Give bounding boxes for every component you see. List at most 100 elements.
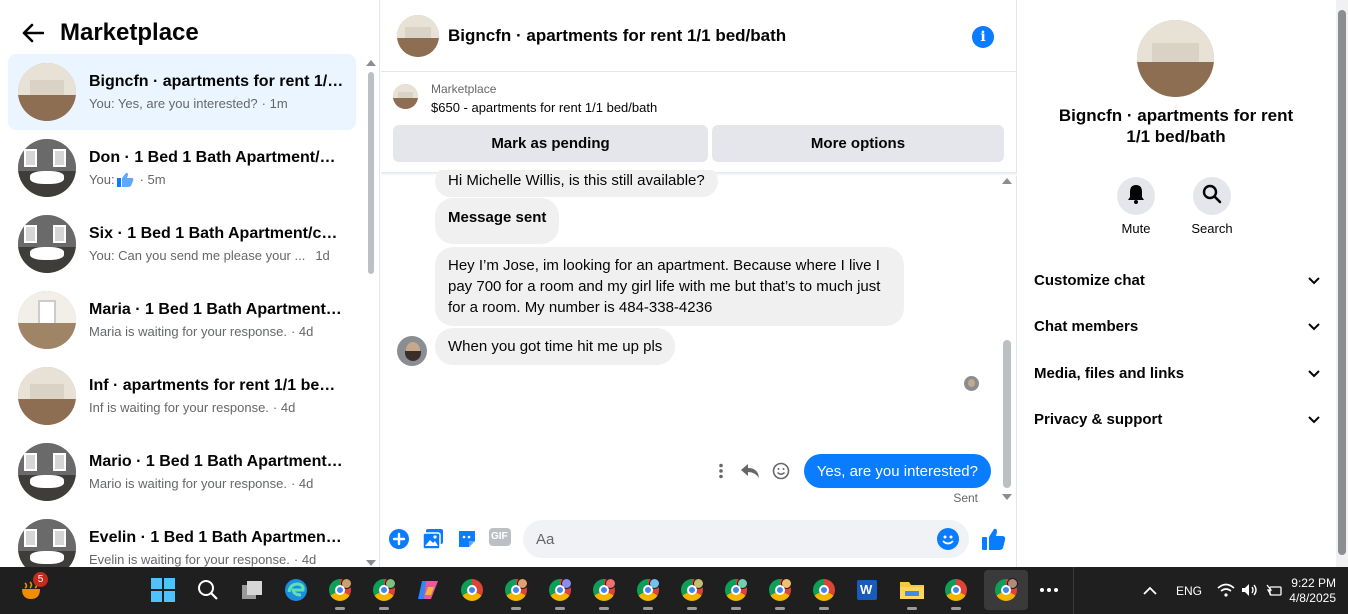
more-vertical-icon[interactable] (711, 461, 731, 481)
listing-thumbnail (18, 291, 76, 349)
thumbs-up-icon (116, 172, 134, 187)
clock-date: 4/8/2025 (1289, 591, 1336, 605)
listing-thumbnail (18, 63, 76, 121)
react-emoji-icon[interactable] (771, 461, 791, 481)
message-bubble: Message sent (435, 198, 560, 244)
chrome-profile-active-icon[interactable] (984, 570, 1028, 610)
language-indicator[interactable]: ENG (1176, 584, 1202, 598)
conversation-sidebar: Marketplace Bigncfn · apartments for ren… (0, 0, 380, 567)
conversation-item[interactable]: Evelin · 1 Bed 1 Bath Apartment/condo Ev… (8, 510, 356, 567)
listing-source-label: Marketplace (431, 82, 497, 96)
sidebar-scrollbar[interactable] (366, 58, 376, 566)
plus-circle-icon[interactable] (388, 528, 410, 550)
photo-gallery-icon[interactable] (422, 528, 444, 550)
listing-thumbnail (18, 215, 76, 273)
conversation-item[interactable]: Bigncfn · apartments for rent 1/1 bed/ba… (8, 54, 356, 130)
conversation-time: · 1m (261, 95, 288, 111)
chevron-down-icon (1308, 411, 1320, 428)
chat-avatar[interactable] (397, 14, 439, 57)
search-icon (1202, 184, 1222, 209)
clock-time: 9:22 PM (1291, 576, 1336, 590)
like-button-icon[interactable] (982, 528, 1006, 552)
message-composer: GIF Aa (381, 516, 1017, 562)
sticker-icon[interactable] (456, 528, 478, 550)
chevron-down-icon (1308, 272, 1320, 289)
copilot-icon[interactable] (414, 576, 442, 604)
search-button[interactable] (1193, 177, 1231, 215)
chat-title[interactable]: Bigncfn · apartments for rent 1/1 bed/ba… (448, 26, 786, 46)
chrome-profile-icon[interactable] (766, 576, 794, 610)
sidebar-title: Marketplace (60, 19, 199, 46)
edge-icon[interactable] (282, 576, 310, 604)
section-label: Privacy & support (1034, 410, 1163, 428)
scrollbar-thumb[interactable] (1338, 10, 1346, 555)
section-privacy-support[interactable]: Privacy & support (1034, 404, 1320, 434)
file-explorer-icon[interactable] (898, 576, 926, 610)
page-scrollbar[interactable] (1336, 0, 1348, 567)
chrome-profile-icon[interactable] (590, 576, 618, 610)
scroll-down-arrow-icon[interactable] (366, 560, 376, 566)
back-arrow-icon[interactable] (20, 20, 46, 46)
conversation-item[interactable]: Don · 1 Bed 1 Bath Apartment/condo You: … (8, 130, 356, 206)
section-label: Chat members (1034, 317, 1139, 335)
gif-icon[interactable]: GIF (489, 528, 511, 550)
start-windows-icon[interactable] (149, 576, 177, 604)
contact-avatar[interactable] (1137, 20, 1214, 97)
bell-icon (1127, 184, 1145, 209)
thread-scrollbar[interactable] (1000, 178, 1014, 504)
chrome-profile-icon[interactable] (634, 576, 662, 610)
chrome-profile-icon[interactable] (722, 576, 750, 610)
section-label: Customize chat (1034, 271, 1145, 289)
section-chat-members[interactable]: Chat members (1034, 311, 1320, 341)
section-media-files-links[interactable]: Media, files and links (1034, 358, 1320, 388)
scroll-down-arrow-icon[interactable] (1002, 494, 1012, 500)
chrome-profile-icon[interactable] (326, 576, 354, 610)
scrollbar-thumb[interactable] (1003, 340, 1011, 488)
chevron-down-icon (1308, 318, 1320, 335)
conversation-time: · 5m (139, 171, 166, 187)
more-apps-icon[interactable] (1035, 576, 1063, 604)
mute-button[interactable] (1117, 177, 1155, 215)
task-view-icon[interactable] (238, 576, 266, 604)
gif-label: GIF (491, 531, 508, 542)
mark-as-pending-button[interactable]: Mark as pending (393, 125, 708, 162)
message-input[interactable]: Aa (523, 520, 969, 558)
outgoing-message-row: Yes, are you interested? (711, 454, 991, 488)
emoji-icon[interactable] (937, 528, 959, 550)
chevron-up-icon[interactable] (1136, 576, 1164, 604)
conversation-name: Bigncfn · apartments for rent 1/1 bed/ba… (89, 72, 344, 90)
info-icon[interactable]: i (972, 26, 994, 48)
more-options-button[interactable]: More options (712, 125, 1004, 162)
chrome-icon[interactable] (810, 576, 838, 610)
conversation-item[interactable]: Maria · 1 Bed 1 Bath Apartment/condo Mar… (8, 282, 356, 358)
chrome-icon[interactable] (458, 576, 486, 604)
reply-icon[interactable] (740, 461, 760, 481)
sender-avatar[interactable] (397, 336, 427, 366)
conversation-snippet: Mario is waiting for your response. (89, 475, 287, 491)
chrome-icon[interactable] (942, 576, 970, 610)
section-customize-chat[interactable]: Customize chat (1034, 265, 1320, 295)
section-label: Media, files and links (1034, 364, 1185, 382)
word-icon[interactable]: W (853, 576, 881, 604)
listing-thumbnail (18, 139, 76, 197)
chrome-profile-icon[interactable] (546, 576, 574, 610)
battery-icon[interactable] (1260, 576, 1288, 604)
search-label: Search (1191, 221, 1233, 236)
chrome-profile-icon[interactable] (502, 576, 530, 610)
scrollbar-thumb[interactable] (368, 72, 374, 274)
listing-price-title[interactable]: $650 - apartments for rent 1/1 bed/bath (431, 98, 657, 118)
system-clock[interactable]: 9:22 PM 4/8/2025 (1289, 576, 1336, 606)
conversation-item[interactable]: Inf · apartments for rent 1/1 bed/bath I… (8, 358, 356, 434)
chat-header: Bigncfn · apartments for rent 1/1 bed/ba… (381, 0, 1017, 72)
conversation-snippet: Inf is waiting for your response. (89, 399, 269, 415)
conversation-item[interactable]: Six · 1 Bed 1 Bath Apartment/condo You: … (8, 206, 356, 282)
listing-thumbnail (18, 519, 76, 567)
chrome-profile-icon[interactable] (678, 576, 706, 610)
scroll-up-arrow-icon[interactable] (366, 60, 376, 66)
chrome-profile-icon[interactable] (370, 576, 398, 610)
widgets-icon[interactable]: 5 (18, 572, 48, 604)
scroll-up-arrow-icon[interactable] (1002, 178, 1012, 184)
search-icon[interactable] (194, 576, 222, 604)
conversation-item[interactable]: Mario · 1 Bed 1 Bath Apartment/condo Mar… (8, 434, 356, 510)
word-icon-label: W (860, 582, 873, 597)
